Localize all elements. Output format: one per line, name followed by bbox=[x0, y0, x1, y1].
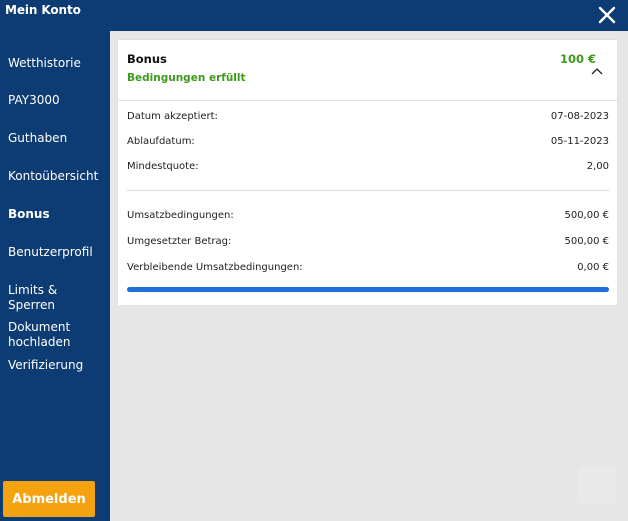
collapse-toggle[interactable] bbox=[590, 66, 604, 76]
main-content: Bonus Bedingungen erfüllt 100 € Datum ak… bbox=[110, 31, 628, 521]
header-bar: Mein Konto bbox=[0, 0, 628, 31]
sidebar-item-bonus[interactable]: Bonus bbox=[8, 207, 104, 222]
divider bbox=[127, 190, 609, 191]
bonus-title: Bonus bbox=[127, 52, 167, 66]
wagering-value: 500,00 € bbox=[564, 236, 609, 247]
detail-label: Mindestquote: bbox=[127, 161, 199, 172]
logout-button[interactable]: Abmelden bbox=[3, 481, 95, 517]
sidebar-item-kontouebersicht[interactable]: Kontoübersicht bbox=[8, 169, 104, 184]
detail-value: 07-08-2023 bbox=[550, 111, 609, 122]
wagering-label: Verbleibende Umsatzbedingungen: bbox=[127, 262, 303, 273]
wagering-value: 500,00 € bbox=[564, 210, 609, 221]
sidebar-item-pay3000[interactable]: PAY3000 bbox=[8, 93, 104, 108]
sidebar-item-verifizierung[interactable]: Verifizierung bbox=[8, 358, 104, 373]
wagering-value: 0,00 € bbox=[577, 262, 609, 273]
chevron-up-icon bbox=[591, 68, 603, 75]
detail-label: Ablaufdatum: bbox=[127, 136, 195, 147]
detail-value: 05-11-2023 bbox=[550, 136, 609, 147]
sidebar-item-wetthistorie[interactable]: Wetthistorie bbox=[8, 56, 104, 71]
close-icon bbox=[598, 6, 616, 24]
wagering-progress-fill bbox=[127, 287, 609, 292]
scroll-to-top-button[interactable] bbox=[578, 466, 616, 504]
sidebar-item-dokument-hochladen[interactable]: Dokument hochladen bbox=[8, 320, 78, 350]
bonus-card: Bonus Bedingungen erfüllt 100 € Datum ak… bbox=[118, 40, 617, 305]
bonus-status: Bedingungen erfüllt bbox=[127, 72, 246, 84]
sidebar-item-guthaben[interactable]: Guthaben bbox=[8, 131, 104, 146]
sidebar-item-benutzerprofil[interactable]: Benutzerprofil bbox=[8, 245, 104, 260]
bonus-amount: 100 € bbox=[559, 52, 596, 66]
detail-value: 2,00 bbox=[586, 161, 609, 172]
close-button[interactable] bbox=[594, 2, 620, 28]
page-title: Mein Konto bbox=[5, 3, 81, 17]
bonus-card-header[interactable]: Bonus Bedingungen erfüllt 100 € bbox=[118, 40, 617, 101]
wagering-label: Umsatzbedingungen: bbox=[127, 210, 234, 221]
detail-label: Datum akzeptiert: bbox=[127, 111, 218, 122]
sidebar-item-limits-sperren[interactable]: Limits & Sperren bbox=[8, 283, 104, 313]
wagering-progress-bar bbox=[127, 287, 609, 292]
sidebar: Wetthistorie PAY3000 Guthaben Kontoübers… bbox=[0, 31, 110, 521]
wagering-label: Umgesetzter Betrag: bbox=[127, 236, 232, 247]
